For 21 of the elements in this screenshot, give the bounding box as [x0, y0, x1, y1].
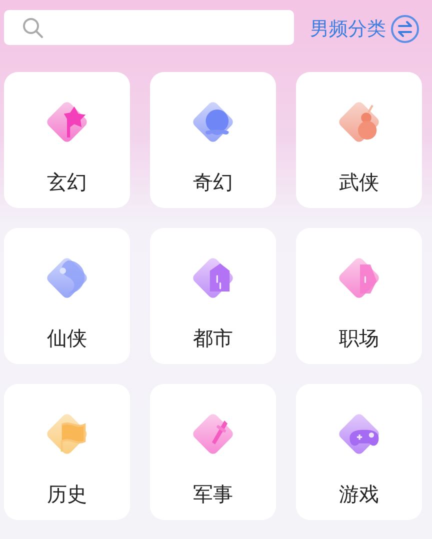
category-label: 职场 [339, 328, 379, 348]
category-card[interactable]: 军事 [150, 384, 276, 520]
category-card[interactable]: 游戏 [296, 384, 422, 520]
search-icon [22, 16, 44, 38]
category-card[interactable]: 仙侠 [4, 228, 130, 364]
category-label: 历史 [47, 484, 87, 504]
search-field[interactable] [4, 10, 294, 45]
category-card[interactable]: 都市 [150, 228, 276, 364]
category-card[interactable]: 武侠 [296, 72, 422, 208]
category-label: 游戏 [339, 484, 379, 504]
swap-icon[interactable] [390, 14, 420, 44]
category-card[interactable]: 玄幻 [4, 72, 130, 208]
category-label: 都市 [193, 328, 233, 348]
category-label: 仙侠 [47, 328, 87, 348]
category-label: 奇幻 [193, 172, 233, 192]
category-card[interactable]: 历史 [4, 384, 130, 520]
category-card[interactable]: 职场 [296, 228, 422, 364]
category-card[interactable]: 奇幻 [150, 72, 276, 208]
category-label: 武侠 [339, 172, 379, 192]
category-label: 玄幻 [47, 172, 87, 192]
category-label: 军事 [193, 484, 233, 504]
